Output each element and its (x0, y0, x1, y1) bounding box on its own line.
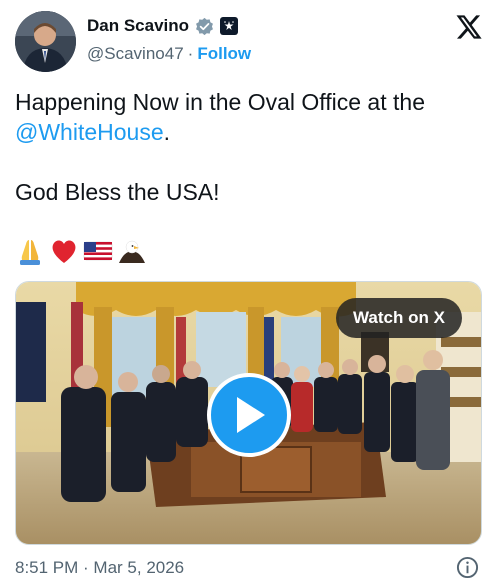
folded-hands-icon (20, 240, 40, 265)
affiliation-badge-icon[interactable] (220, 17, 239, 35)
avatar[interactable] (15, 11, 76, 72)
timestamp-link[interactable]: 8:51 PM · Mar 5, 2026 (15, 558, 184, 578)
eagle-icon (119, 240, 145, 263)
play-icon (237, 397, 265, 433)
name-row: Dan Scavino (87, 16, 239, 36)
follow-button[interactable]: Follow (197, 44, 251, 64)
play-button[interactable] (207, 373, 291, 457)
us-flag-icon (83, 241, 113, 261)
verified-badge-icon (196, 17, 214, 35)
red-heart-icon (52, 240, 76, 263)
tweet-text-suffix: . (163, 119, 171, 145)
handle[interactable]: @Scavino47 (87, 44, 184, 64)
separator-dot: · (187, 44, 194, 63)
display-name[interactable]: Dan Scavino (87, 16, 189, 36)
handle-row: @Scavino47 · Follow (87, 44, 251, 64)
x-logo-icon[interactable] (455, 14, 483, 40)
tweet-text-prefix: Happening Now in the Oval Office at the (15, 89, 425, 115)
info-icon[interactable] (456, 556, 479, 579)
emoji-row (15, 236, 147, 266)
watch-on-x-button[interactable]: Watch on X (336, 298, 462, 338)
tweet-line-2: God Bless the USA! (15, 179, 220, 205)
tweet-text: Happening Now in the Oval Office at the … (15, 87, 485, 147)
mention-link[interactable]: @WhiteHouse (15, 119, 164, 145)
